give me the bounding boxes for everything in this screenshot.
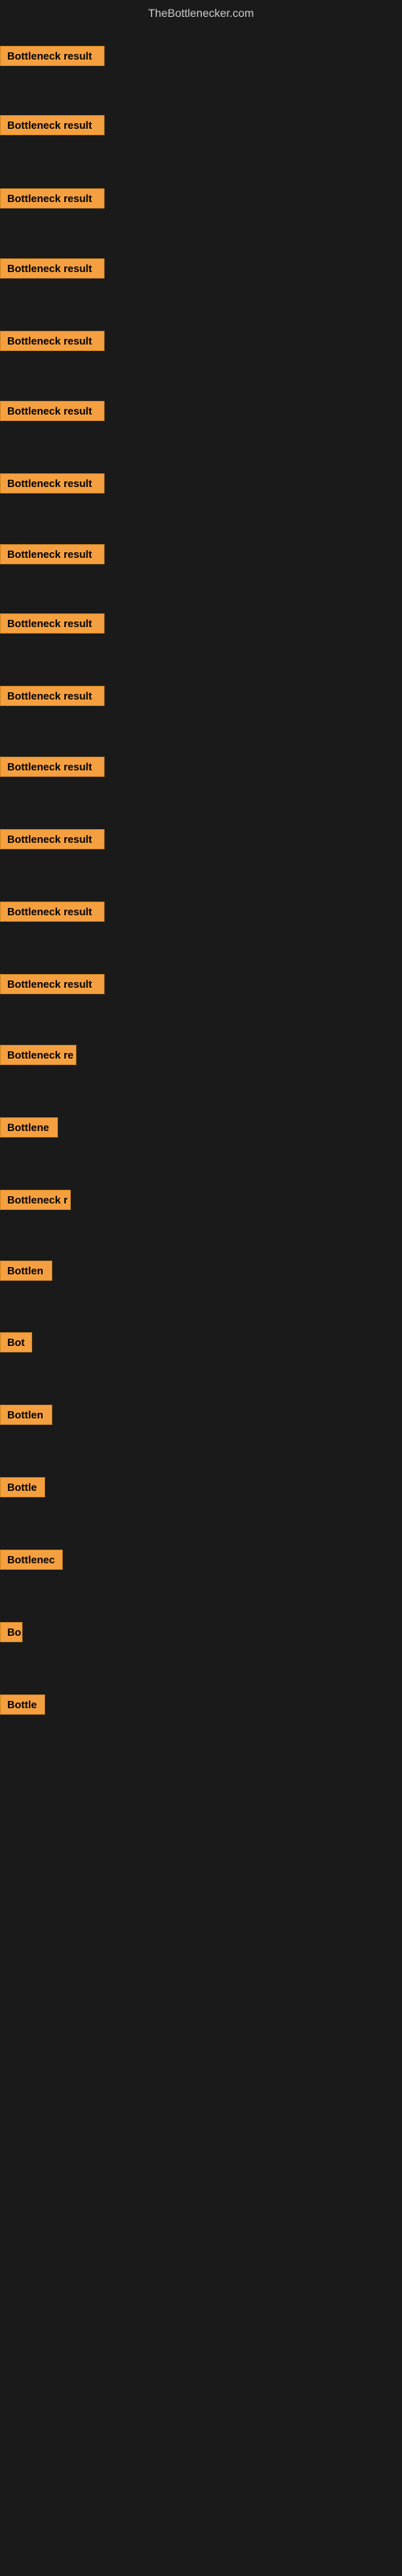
bottleneck-result-item[interactable]: Bottleneck re xyxy=(0,1045,76,1065)
bottleneck-result-item[interactable]: Bottleneck result xyxy=(0,258,105,279)
bottleneck-result-item[interactable]: Bottleneck result xyxy=(0,613,105,634)
bottleneck-result-item[interactable]: Bottleneck result xyxy=(0,974,105,994)
bottleneck-result-item[interactable]: Bottleneck result xyxy=(0,473,105,493)
bottleneck-result-item[interactable]: Bottle xyxy=(0,1695,45,1715)
bottleneck-result-item[interactable]: Bottleneck result xyxy=(0,46,105,66)
bottleneck-result-item[interactable]: Bot xyxy=(0,1332,32,1352)
bottleneck-result-item[interactable]: Bottleneck result xyxy=(0,686,105,706)
bottleneck-result-item[interactable]: Bottleneck result xyxy=(0,757,105,777)
bottleneck-result-item[interactable]: Bottleneck result xyxy=(0,544,105,564)
bottleneck-result-item[interactable]: Bottleneck result xyxy=(0,331,105,351)
bottleneck-result-item[interactable]: Bottle xyxy=(0,1477,45,1497)
site-title: TheBottlenecker.com xyxy=(0,0,402,26)
bottleneck-result-item[interactable]: Bottlen xyxy=(0,1261,52,1281)
bottleneck-result-item[interactable]: Bottlenec xyxy=(0,1550,63,1570)
bottleneck-result-item[interactable]: Bottleneck r xyxy=(0,1190,71,1210)
bottleneck-result-item[interactable]: Bottleneck result xyxy=(0,115,105,135)
bottleneck-result-item[interactable]: Bottleneck result xyxy=(0,829,105,849)
bottleneck-result-item[interactable]: Bottleneck result xyxy=(0,401,105,421)
bottleneck-result-item[interactable]: Bo xyxy=(0,1622,23,1642)
bottleneck-result-item[interactable]: Bottlen xyxy=(0,1405,52,1425)
bottleneck-result-item[interactable]: Bottlene xyxy=(0,1117,58,1137)
bottleneck-result-item[interactable]: Bottleneck result xyxy=(0,902,105,922)
bottleneck-result-item[interactable]: Bottleneck result xyxy=(0,188,105,208)
